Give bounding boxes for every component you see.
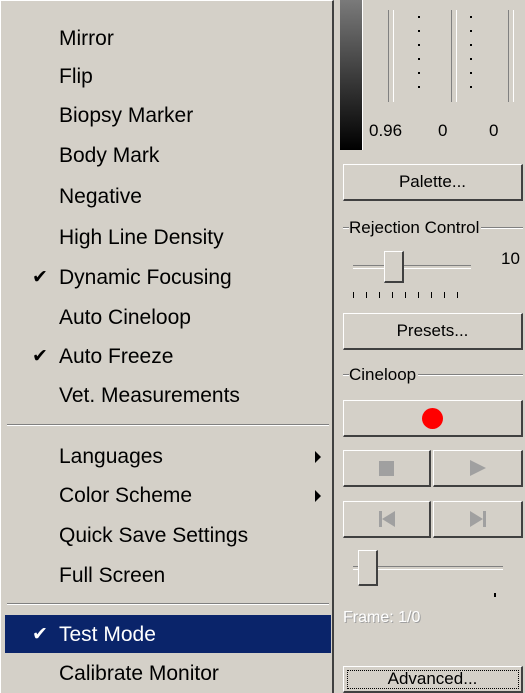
menu-item-auto-freeze[interactable]: ✔ Auto Freeze (5, 337, 331, 375)
slider-ticks-2 (470, 16, 472, 90)
menu-item-label: Languages (59, 445, 163, 468)
frame-slider-thumb[interactable] (358, 550, 378, 586)
slider-ticks-1 (418, 16, 420, 90)
menu-item-flip[interactable]: Flip (5, 57, 331, 95)
menu-separator (7, 603, 329, 605)
first-frame-button[interactable] (343, 501, 431, 538)
submenu-arrow-icon (315, 490, 321, 502)
rejection-ticks (353, 292, 463, 298)
menu-item-label: High Line Density (59, 226, 224, 249)
menu-separator (7, 424, 329, 426)
palette-button[interactable]: Palette... (343, 164, 523, 201)
menu-item-label: Auto Freeze (59, 345, 174, 368)
menu-item-label: Quick Save Settings (59, 524, 249, 547)
rejection-control-label: Rejection Control (349, 218, 482, 238)
menu-item-languages[interactable]: Languages (5, 437, 331, 475)
menu-item-label: Calibrate Monitor (59, 662, 219, 685)
last-frame-icon (469, 511, 486, 527)
menu-item-dynamic-focusing[interactable]: ✔ Dynamic Focusing (5, 258, 331, 296)
vertical-slider-1[interactable] (388, 10, 394, 102)
menu-item-label: Negative (59, 185, 142, 208)
menu-item-label: Body Mark (59, 144, 160, 167)
menu-item-body-mark[interactable]: Body Mark (5, 136, 331, 174)
frame-counter: Frame: 1/0 (343, 609, 421, 626)
menu-item-label: Mirror (59, 27, 114, 50)
last-frame-button[interactable] (433, 501, 523, 538)
gray-scale-bar (340, 0, 363, 150)
rejection-slider-track[interactable] (353, 265, 471, 269)
submenu-arrow-icon (315, 451, 321, 463)
menu-item-label: Auto Cineloop (59, 306, 191, 329)
play-icon (469, 460, 486, 476)
menu-item-test-mode[interactable]: ✔ Test Mode (5, 615, 331, 653)
vertical-slider-2[interactable] (451, 10, 457, 102)
menu-item-auto-cineloop[interactable]: Auto Cineloop (5, 298, 331, 336)
menu-item-label: Vet. Measurements (59, 384, 240, 407)
rejection-value: 10 (501, 249, 520, 268)
record-icon (422, 407, 443, 429)
slider-value-3: 0 (489, 121, 499, 140)
menu-item-vet-measurements[interactable]: Vet. Measurements (5, 376, 331, 414)
stop-button[interactable] (343, 450, 431, 487)
presets-button[interactable]: Presets... (343, 313, 523, 350)
rejection-slider-thumb[interactable] (384, 251, 404, 283)
menu-item-label: Full Screen (59, 564, 166, 587)
frame-slider-tick (494, 593, 496, 597)
menu-item-label: Color Scheme (59, 484, 193, 507)
menu-item-high-line-density[interactable]: High Line Density (5, 218, 331, 256)
first-frame-icon (378, 511, 395, 527)
checkmark-icon: ✔ (32, 267, 48, 288)
checkmark-icon: ✔ (32, 346, 48, 367)
menu-item-label: Test Mode (59, 623, 156, 646)
menu-item-quick-save-settings[interactable]: Quick Save Settings (5, 516, 331, 554)
menu-item-color-scheme[interactable]: Color Scheme (5, 476, 331, 514)
slider-value-2: 0 (438, 121, 448, 140)
play-button[interactable] (433, 450, 523, 487)
menu-item-negative[interactable]: Negative (5, 177, 331, 215)
menu-item-full-screen[interactable]: Full Screen (5, 556, 331, 594)
menu-item-label: Flip (59, 65, 93, 88)
vertical-slider-3[interactable] (508, 10, 514, 102)
context-menu: Mirror Flip Biopsy Marker Body Mark Nega… (0, 0, 334, 693)
checkmark-icon: ✔ (32, 624, 48, 645)
stop-icon (379, 460, 394, 476)
menu-item-label: Biopsy Marker (59, 104, 194, 127)
advanced-button[interactable]: Advanced... (343, 666, 523, 693)
menu-item-mirror[interactable]: Mirror (5, 19, 331, 57)
slider-value-1: 0.96 (369, 121, 403, 140)
menu-item-label: Dynamic Focusing (59, 266, 232, 289)
record-button[interactable] (343, 400, 523, 437)
menu-item-calibrate-monitor[interactable]: Calibrate Monitor (5, 654, 331, 692)
cineloop-label: Cineloop (349, 365, 419, 385)
menu-item-biopsy-marker[interactable]: Biopsy Marker (5, 96, 331, 134)
